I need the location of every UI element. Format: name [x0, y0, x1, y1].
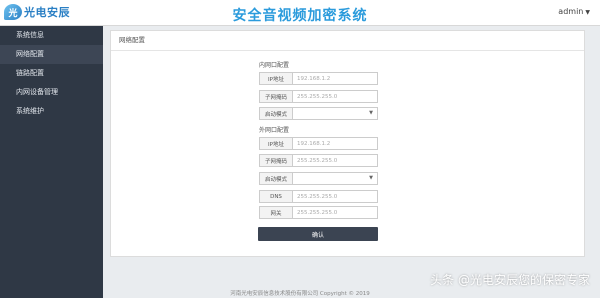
top-bar: 光 光电安辰 安全音视频加密系统 admin ▼	[0, 0, 600, 26]
inner-mask-row: 子网掩码 255.255.255.0	[259, 90, 378, 103]
watermark: 头条 @光电安辰您的保密专家	[430, 273, 590, 287]
chevron-down-icon: ▼	[369, 110, 373, 116]
inner-mode-select[interactable]: ▼	[293, 107, 378, 120]
chevron-down-icon: ▼	[369, 175, 373, 181]
app-title: 安全音视频加密系统	[232, 8, 368, 24]
user-name: admin	[558, 7, 584, 16]
sidebar-item-system-info[interactable]: 系统信息	[0, 26, 103, 45]
inner-section-title: 内网口配置	[259, 62, 290, 69]
sidebar-item-device-management[interactable]: 内网设备管理	[0, 83, 103, 102]
inner-mask-field[interactable]: 255.255.255.0	[293, 90, 378, 103]
outer-gateway-label: 网关	[259, 206, 293, 219]
outer-ip-label: IP地址	[259, 137, 293, 150]
outer-section-title: 外网口配置	[259, 127, 290, 134]
outer-dns-row: DNS 255.255.255.0	[259, 190, 378, 203]
inner-ip-label: IP地址	[259, 72, 293, 85]
outer-mode-row: 启动模式 ▼	[259, 172, 378, 185]
inner-ip-row: IP地址 192.168.1.2	[259, 72, 378, 85]
inner-ip-field[interactable]: 192.168.1.2	[293, 72, 378, 85]
outer-mask-row: 子网掩码 255.255.255.0	[259, 154, 378, 167]
user-menu[interactable]: admin ▼	[558, 7, 590, 16]
confirm-button[interactable]: 确认	[258, 227, 378, 241]
outer-mask-field[interactable]: 255.255.255.0	[293, 154, 378, 167]
chevron-down-icon: ▼	[585, 9, 590, 16]
sidebar: 系统信息 网络配置 链路配置 内网设备管理 系统维护	[0, 26, 103, 298]
panel-title: 网络配置	[111, 31, 584, 51]
outer-gateway-field[interactable]: 255.255.255.0	[293, 206, 378, 219]
outer-mask-label: 子网掩码	[259, 154, 293, 167]
footer-copyright: 河南光电安辰信息技术股份有限公司 Copyright © 2019	[230, 291, 370, 297]
outer-ip-row: IP地址 192.168.1.2	[259, 137, 378, 150]
sidebar-item-system-maintenance[interactable]: 系统维护	[0, 102, 103, 121]
inner-mode-row: 启动模式 ▼	[259, 107, 378, 120]
inner-mask-label: 子网掩码	[259, 90, 293, 103]
outer-mode-select[interactable]: ▼	[293, 172, 378, 185]
outer-mode-label: 启动模式	[259, 172, 293, 185]
sidebar-item-network-config[interactable]: 网络配置	[0, 45, 103, 64]
outer-dns-label: DNS	[259, 190, 293, 203]
inner-mode-label: 启动模式	[259, 107, 293, 120]
sidebar-item-link-config[interactable]: 链路配置	[0, 64, 103, 83]
outer-ip-field[interactable]: 192.168.1.2	[293, 137, 378, 150]
outer-gateway-row: 网关 255.255.255.0	[259, 206, 378, 219]
outer-dns-field[interactable]: 255.255.255.0	[293, 190, 378, 203]
